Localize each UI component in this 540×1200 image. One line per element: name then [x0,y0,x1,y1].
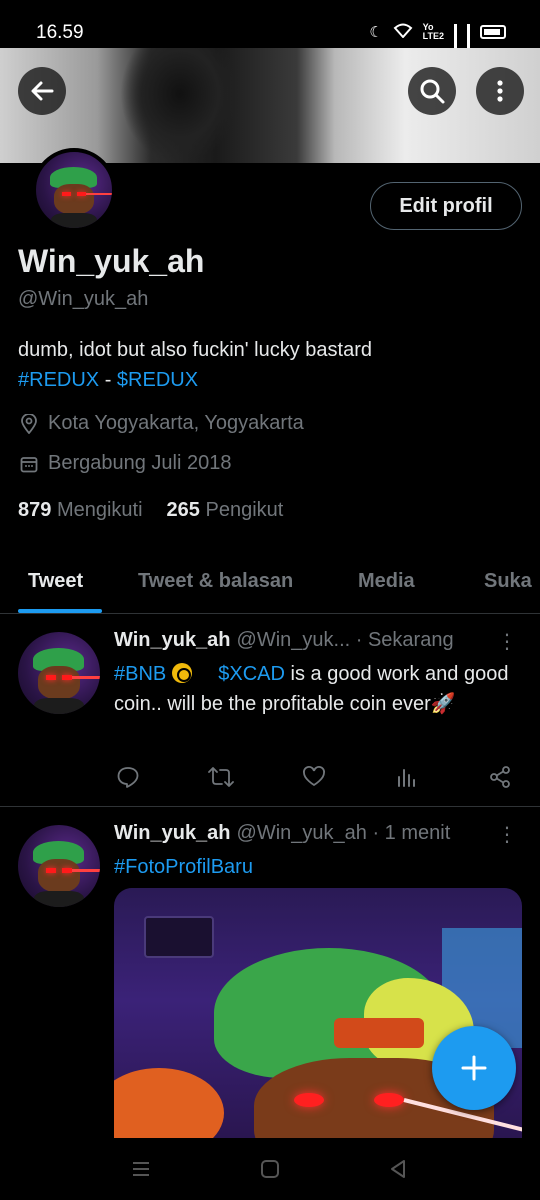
tab-tweet-replies[interactable]: Tweet & balasan [138,570,293,593]
signal-icon [454,24,457,65]
tweet-author-name[interactable]: Win_yuk_ah [114,822,231,845]
reply-icon [117,767,139,788]
retweet-icon [208,767,234,787]
tweet-actions [114,763,514,791]
banner-figure [120,48,240,163]
tweet-text: #BNB $XCAD is a good work and good coin..… [114,659,514,719]
compose-tweet-button[interactable] [432,1026,516,1110]
tweet-avatar[interactable] [18,632,100,714]
back-button[interactable] [18,67,66,115]
tweet[interactable]: Win_yuk_ah @Win_yuk... · Sekarang ⋮ #BNB… [0,615,540,807]
tweet-header: Win_yuk_ah @Win_yuk_ah · 1 menit [114,822,450,845]
image-meter-panel [144,916,214,958]
profile-tabs: Tweet Tweet & balasan Media Suka [0,558,540,614]
edit-profile-button[interactable]: Edit profil [370,182,522,230]
more-vertical-icon [497,80,503,102]
like-icon [303,766,325,787]
location-pin-icon [21,413,37,434]
home-square-icon [261,1160,279,1178]
search-icon [420,79,445,104]
join-date-text: Bergabung Juli 2018 [48,452,232,474]
share-icon [490,766,510,788]
status-time: 16.59 [36,22,84,43]
tweet-handle-time: @Win_yuk... · Sekarang [236,629,454,651]
menu-icon [133,1162,149,1176]
like-button[interactable] [300,763,328,791]
tweet-more-icon[interactable]: ⋮ [497,822,517,847]
followers-count: 265 [166,499,200,521]
following-count: 879 [18,499,52,521]
following-label: Mengikuti [56,499,143,521]
tweet-header: Win_yuk_ah @Win_yuk... · Sekarang [114,629,454,652]
image-shoulder [114,1068,224,1138]
more-button[interactable] [476,67,524,115]
retweet-button[interactable] [207,763,235,791]
image-visor [334,1018,424,1048]
analytics-button[interactable] [393,763,421,791]
tweet-handle-time: @Win_yuk_ah · 1 menit [236,822,451,844]
location-row: Kota Yogyakarta, Yogyakarta [20,412,304,435]
profile-banner[interactable] [0,48,540,163]
tweet-avatar[interactable] [18,825,100,907]
tab-likes[interactable]: Suka [484,570,532,593]
bio-separator: - [99,369,117,391]
bio: dumb, idot but also fuckin' lucky bastar… [18,335,372,395]
followers-link[interactable]: 265 Pengikut [167,499,284,522]
tweet-text: #FotoProfilBaru [114,852,514,882]
bio-hashtag[interactable]: #REDUX [18,369,99,391]
reply-button[interactable] [114,763,142,791]
moon-icon: ☾ [369,24,383,41]
tab-media[interactable]: Media [358,570,415,593]
tweet-cashtag[interactable]: $XCAD [218,663,285,685]
recent-apps-button[interactable] [130,1158,152,1180]
wifi-icon [393,22,413,42]
bnb-coin-icon [172,663,193,683]
join-date-row: Bergabung Juli 2018 [20,452,231,475]
image-eye-right [374,1093,404,1107]
image-eye-left [294,1093,324,1107]
plus-icon [461,1055,487,1081]
followers-label: Pengikut [205,499,284,521]
back-arrow-icon [31,81,54,101]
tweet-author-name[interactable]: Win_yuk_ah [114,629,231,652]
profile-avatar[interactable] [32,148,116,232]
search-button[interactable] [408,67,456,115]
battery-icon [480,25,506,39]
tweet-hashtag[interactable]: #BNB [114,663,166,685]
network-type-label: Yo LTE2 [422,22,444,41]
tweet-more-icon[interactable]: ⋮ [497,629,517,654]
bio-text: dumb, idot but also fuckin' lucky bastar… [18,339,373,361]
calendar-icon [20,456,38,472]
bio-cashtag[interactable]: $REDUX [117,369,198,391]
location-text: Kota Yogyakarta, Yogyakarta [48,412,304,434]
signal-icon-2 [467,24,470,65]
home-button[interactable] [259,1158,281,1180]
back-triangle-icon [391,1160,405,1178]
display-name: Win_yuk_ah [18,243,205,279]
tweet-hashtag[interactable]: #FotoProfilBaru [114,856,253,878]
follow-stats: 879 Mengikuti 265 Pengikut [18,499,283,522]
system-navigation-bar [0,1138,540,1200]
back-nav-button[interactable] [387,1158,409,1180]
following-link[interactable]: 879 Mengikuti [18,499,143,522]
tab-tweet[interactable]: Tweet [28,570,83,593]
analytics-icon [398,769,415,787]
status-icons: ☾ Yo LTE2 [369,22,506,65]
tab-indicator [18,609,102,613]
share-button[interactable] [486,763,514,791]
status-bar: 16.59 ☾ Yo LTE2 [0,0,540,65]
handle: @Win_yuk_ah [18,288,149,310]
